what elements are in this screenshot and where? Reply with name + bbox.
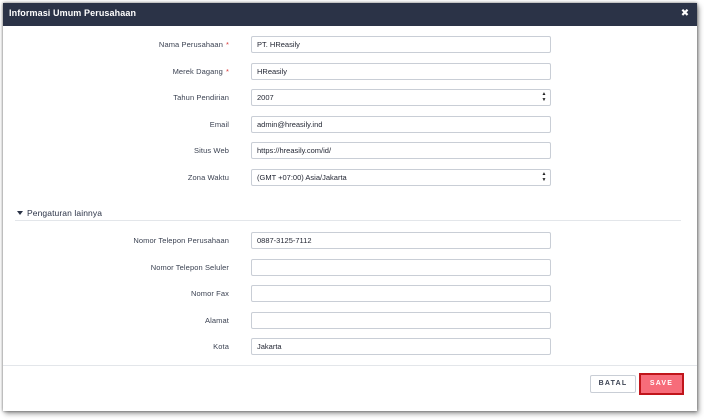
company-info-modal: Informasi Umum Perusahaan ✖ Nama Perusah… [3,3,697,411]
email-input[interactable]: admin@hreasily.ind [251,116,551,133]
brand-name-label: Merek Dagang [172,67,223,76]
mobile-phone-input[interactable] [251,259,551,276]
founding-year-select[interactable]: 2007 ▲ ▼ [251,89,551,106]
timezone-label: Zona Waktu [187,173,229,182]
field-row-timezone: Zona Waktu (GMT +07:00) Asia/Jakarta ▲ ▼ [3,169,697,188]
founding-year-label: Tahun Pendirian [173,93,229,102]
founding-year-value: 2007 [257,93,274,102]
select-arrows-icon: ▲ ▼ [541,91,547,103]
modal-title: Informasi Umum Perusahaan [9,8,137,18]
field-row-company-phone: Nomor Telepon Perusahaan 0887-3125-7112 [3,232,697,251]
company-phone-input[interactable]: 0887-3125-7112 [251,232,551,249]
fax-label: Nomor Fax [191,289,229,298]
fax-input[interactable] [251,285,551,302]
timezone-select[interactable]: (GMT +07:00) Asia/Jakarta ▲ ▼ [251,169,551,186]
email-label: Email [209,120,229,129]
field-row-company-name: Nama Perusahaan * PT. HReasily [3,36,697,55]
brand-name-input[interactable]: HReasily [251,63,551,80]
required-marker: * [225,40,229,49]
company-phone-label: Nomor Telepon Perusahaan [133,236,229,245]
address-input[interactable] [251,312,551,329]
section-divider [15,220,681,221]
field-row-brand-name: Merek Dagang * HReasily [3,63,697,82]
city-label: Kota [213,342,229,351]
company-name-label: Nama Perusahaan [158,40,223,49]
footer-divider [3,365,697,366]
save-button[interactable]: SAVE [639,373,684,395]
close-icon[interactable]: ✖ [679,7,691,21]
field-row-fax: Nomor Fax [3,285,697,304]
website-input[interactable]: https://hreasily.com/id/ [251,142,551,159]
city-input[interactable]: Jakarta [251,338,551,355]
timezone-value: (GMT +07:00) Asia/Jakarta [257,173,347,182]
field-row-website: Situs Web https://hreasily.com/id/ [3,142,697,161]
website-label: Situs Web [194,146,229,155]
field-row-email: Email admin@hreasily.ind [3,116,697,135]
field-row-mobile-phone: Nomor Telepon Seluler [3,259,697,278]
company-name-input[interactable]: PT. HReasily [251,36,551,53]
cancel-button[interactable]: BATAL [590,375,636,393]
field-row-address: Alamat [3,312,697,331]
field-row-founding-year: Tahun Pendirian 2007 ▲ ▼ [3,89,697,108]
required-marker: * [225,67,229,76]
mobile-phone-label: Nomor Telepon Seluler [150,263,229,272]
select-arrows-icon: ▲ ▼ [541,171,547,183]
caret-down-icon [17,211,23,215]
field-row-city: Kota Jakarta [3,338,697,357]
address-label: Alamat [205,316,229,325]
other-settings-title: Pengaturan lainnya [27,208,103,218]
modal-header: Informasi Umum Perusahaan ✖ [3,3,697,26]
